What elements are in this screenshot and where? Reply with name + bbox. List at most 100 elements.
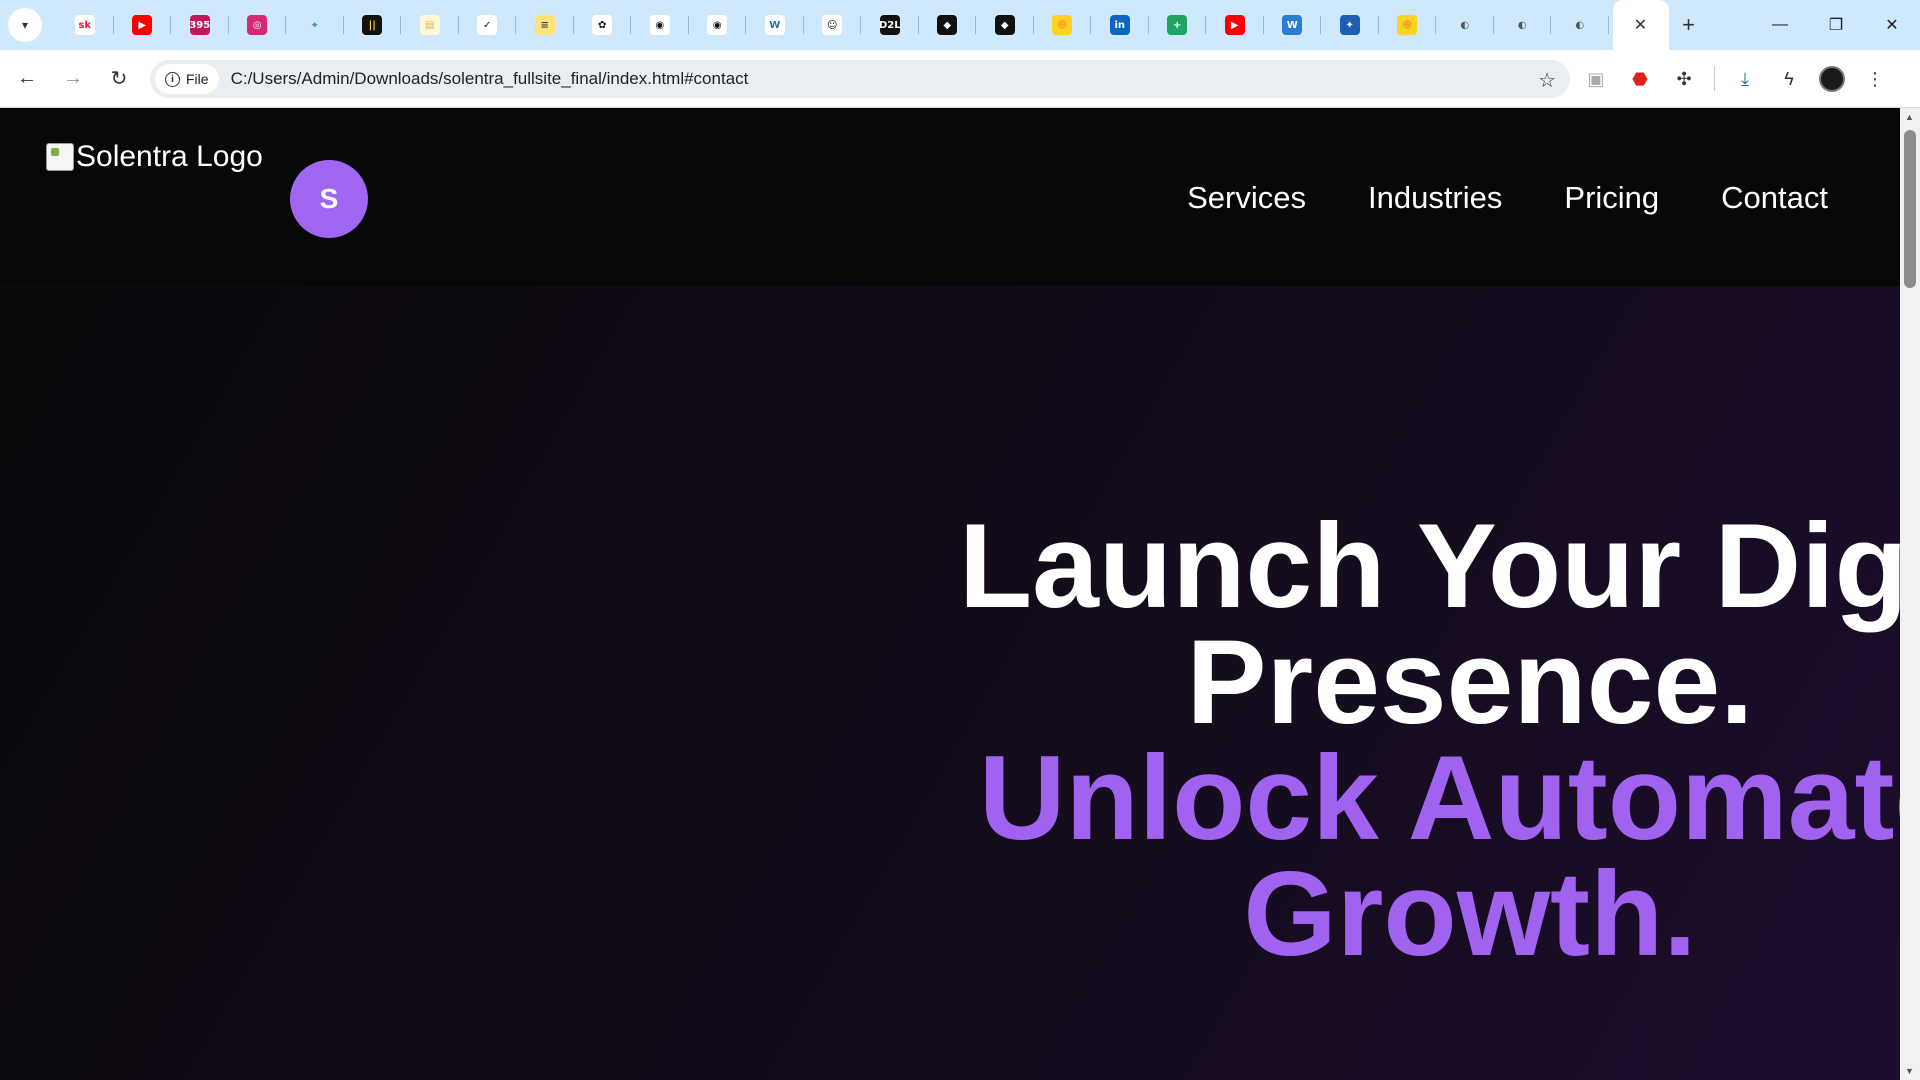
tasks-favicon-icon: ✓ [477, 15, 498, 35]
bookmark-star-icon[interactable]: ☆ [1538, 68, 1556, 93]
openai-favicon-icon: ✿ [592, 15, 613, 35]
cat-favicon-icon: ☺ [822, 15, 843, 35]
scroll-up-icon[interactable]: ▲ [1905, 112, 1914, 122]
address-bar[interactable]: i File C:/Users/Admin/Downloads/solentra… [150, 60, 1570, 98]
profile-avatar[interactable] [1819, 66, 1845, 92]
notes-tab[interactable]: ▤ [401, 0, 459, 50]
restore-icon[interactable]: ❐ [1808, 0, 1864, 50]
meter-favicon-icon: || [362, 15, 383, 35]
skillshare-tab[interactable]: sk [56, 0, 114, 50]
close-window-icon[interactable]: ✕ [1864, 0, 1920, 50]
cube-tab-2[interactable]: ◆ [976, 0, 1034, 50]
instagram-favicon-icon: ◎ [247, 15, 268, 35]
linkedin-tab[interactable]: in [1091, 0, 1149, 50]
wordpress-favicon-icon: W [764, 15, 785, 35]
bot-tab[interactable]: ✦ [1321, 0, 1379, 50]
browser-toolbar: ← → ↻ i File C:/Users/Admin/Downloads/so… [0, 50, 1920, 108]
cube-favicon-icon: ◆ [994, 15, 1015, 35]
close-tab-icon[interactable]: ✕ [1634, 15, 1647, 35]
back-icon[interactable]: ← [8, 60, 46, 98]
youtube-favicon-icon: ▶ [132, 15, 153, 35]
hero-line-3: Unlock Automate [978, 731, 1900, 865]
cube-favicon-icon: ◆ [937, 15, 958, 35]
linkedin-favicon-icon: in [1109, 15, 1130, 35]
nav-link-industries[interactable]: Industries [1368, 180, 1502, 216]
window-controls: — ❐ ✕ [1752, 0, 1920, 50]
site-info-chip[interactable]: i File [155, 64, 219, 94]
extensions-area: ▣ ⬣ ✣ ⤓ ϟ ⋮ [1582, 60, 1889, 98]
extension-favicon-icon: ⌖ [304, 15, 325, 35]
url-text[interactable]: C:/Users/Admin/Downloads/solentra_fullsi… [231, 69, 749, 89]
logo-alt-text: Solentra Logo [76, 140, 263, 173]
hero-headline: Launch Your Digit Presence. Unlock Autom… [940, 499, 1900, 981]
globe-favicon-icon: ◐ [1454, 15, 1475, 35]
hero-section: Launch Your Digit Presence. Unlock Autom… [0, 286, 1900, 1080]
sheets-favicon-icon: + [1167, 15, 1188, 35]
download-icon[interactable]: ⤓ [1731, 65, 1759, 93]
github-tab-2[interactable]: ◉ [689, 0, 747, 50]
globe-favicon-icon: ◐ [1512, 15, 1533, 35]
broken-image-icon [46, 143, 74, 171]
nav-link-pricing[interactable]: Pricing [1564, 180, 1659, 216]
minimize-icon[interactable]: — [1752, 0, 1808, 50]
forward-icon[interactable]: → [54, 60, 92, 98]
hero-line-2: Presence. [1186, 615, 1754, 749]
counter-tab[interactable]: 395 [171, 0, 229, 50]
site-header: Solentra Logo S Services Industries Pric… [0, 108, 1900, 286]
new-tab-button[interactable]: + [1669, 0, 1709, 50]
reload-icon[interactable]: ↻ [100, 60, 138, 98]
bot-favicon-icon: ✦ [1339, 15, 1360, 35]
docs-tab[interactable]: ≡ [516, 0, 574, 50]
site-logo[interactable]: Solentra Logo [46, 140, 263, 174]
tab-list: sk ▶ 395 ◎ ⌖ || ▤ ✓ ≡ ✿ ◉ ◉ W ☺ D2L ◆ ◆ ☻ in + ▶ W ✦ ☻ ◐ ◐ ◐ [56, 0, 1609, 50]
github-favicon-icon: ◉ [707, 15, 728, 35]
file-chip-label: File [186, 71, 209, 87]
info-icon: i [165, 71, 180, 87]
hero-line-1: Launch Your Digit [958, 499, 1900, 633]
youtube-favicon-icon: ▶ [1224, 15, 1245, 35]
huggingface-tab-2[interactable]: ☻ [1379, 0, 1437, 50]
tab-strip: ▾ sk ▶ 395 ◎ ⌖ || ▤ ✓ ≡ ✿ ◉ ◉ W ☺ D2L ◆ ◆ ☻ in + ▶ W ✦ ☻ ◐ ◐ ◐ ✕ +… [0, 0, 1920, 50]
youtube-tab[interactable]: ▶ [114, 0, 172, 50]
d2l-tab[interactable]: D2L [861, 0, 919, 50]
toolbar-divider [1714, 67, 1715, 91]
huggingface-tab[interactable]: ☻ [1034, 0, 1092, 50]
nav-link-services[interactable]: Services [1187, 180, 1306, 216]
scrollbar-thumb[interactable] [1904, 130, 1916, 288]
performance-icon[interactable]: ϟ [1775, 65, 1803, 93]
huggingface-favicon-icon: ☻ [1052, 15, 1073, 35]
menu-icon[interactable]: ⋮ [1861, 65, 1889, 93]
nav-link-contact[interactable]: Contact [1721, 180, 1828, 216]
globe-tab-1[interactable]: ◐ [1436, 0, 1494, 50]
youtube-tab-2[interactable]: ▶ [1206, 0, 1264, 50]
openai-tab[interactable]: ✿ [574, 0, 632, 50]
huggingface-favicon-icon: ☻ [1397, 15, 1418, 35]
word-tab[interactable]: W [1264, 0, 1322, 50]
hero-line-4: Growth. [1243, 847, 1697, 981]
cat-tab[interactable]: ☺ [804, 0, 862, 50]
globe-tab-3[interactable]: ◐ [1551, 0, 1609, 50]
extension-red-icon[interactable]: ⬣ [1626, 65, 1654, 93]
extension-gray-icon[interactable]: ▣ [1582, 65, 1610, 93]
wordpress-tab[interactable]: W [746, 0, 804, 50]
sheets-tab[interactable]: + [1149, 0, 1207, 50]
puzzle-icon[interactable]: ✣ [1670, 65, 1698, 93]
github-tab-1[interactable]: ◉ [631, 0, 689, 50]
notes-favicon-icon: ▤ [419, 15, 440, 35]
cube-tab-1[interactable]: ◆ [919, 0, 977, 50]
word-favicon-icon: W [1282, 15, 1303, 35]
github-favicon-icon: ◉ [649, 15, 670, 35]
active-tab[interactable]: ✕ [1612, 0, 1669, 50]
instagram-tab[interactable]: ◎ [229, 0, 287, 50]
brand-avatar: S [290, 160, 368, 238]
tab-search-button[interactable]: ▾ [8, 8, 42, 42]
scroll-down-icon[interactable]: ▼ [1905, 1066, 1914, 1076]
extension-tab[interactable]: ⌖ [286, 0, 344, 50]
tasks-tab[interactable]: ✓ [459, 0, 517, 50]
page-scrollbar[interactable]: ▲ ▼ [1900, 108, 1920, 1080]
counter-favicon-icon: 395 [189, 15, 210, 35]
site-nav: Services Industries Pricing Contact [1187, 180, 1828, 216]
d2l-favicon-icon: D2L [879, 15, 901, 35]
meter-tab[interactable]: || [344, 0, 402, 50]
globe-tab-2[interactable]: ◐ [1494, 0, 1552, 50]
